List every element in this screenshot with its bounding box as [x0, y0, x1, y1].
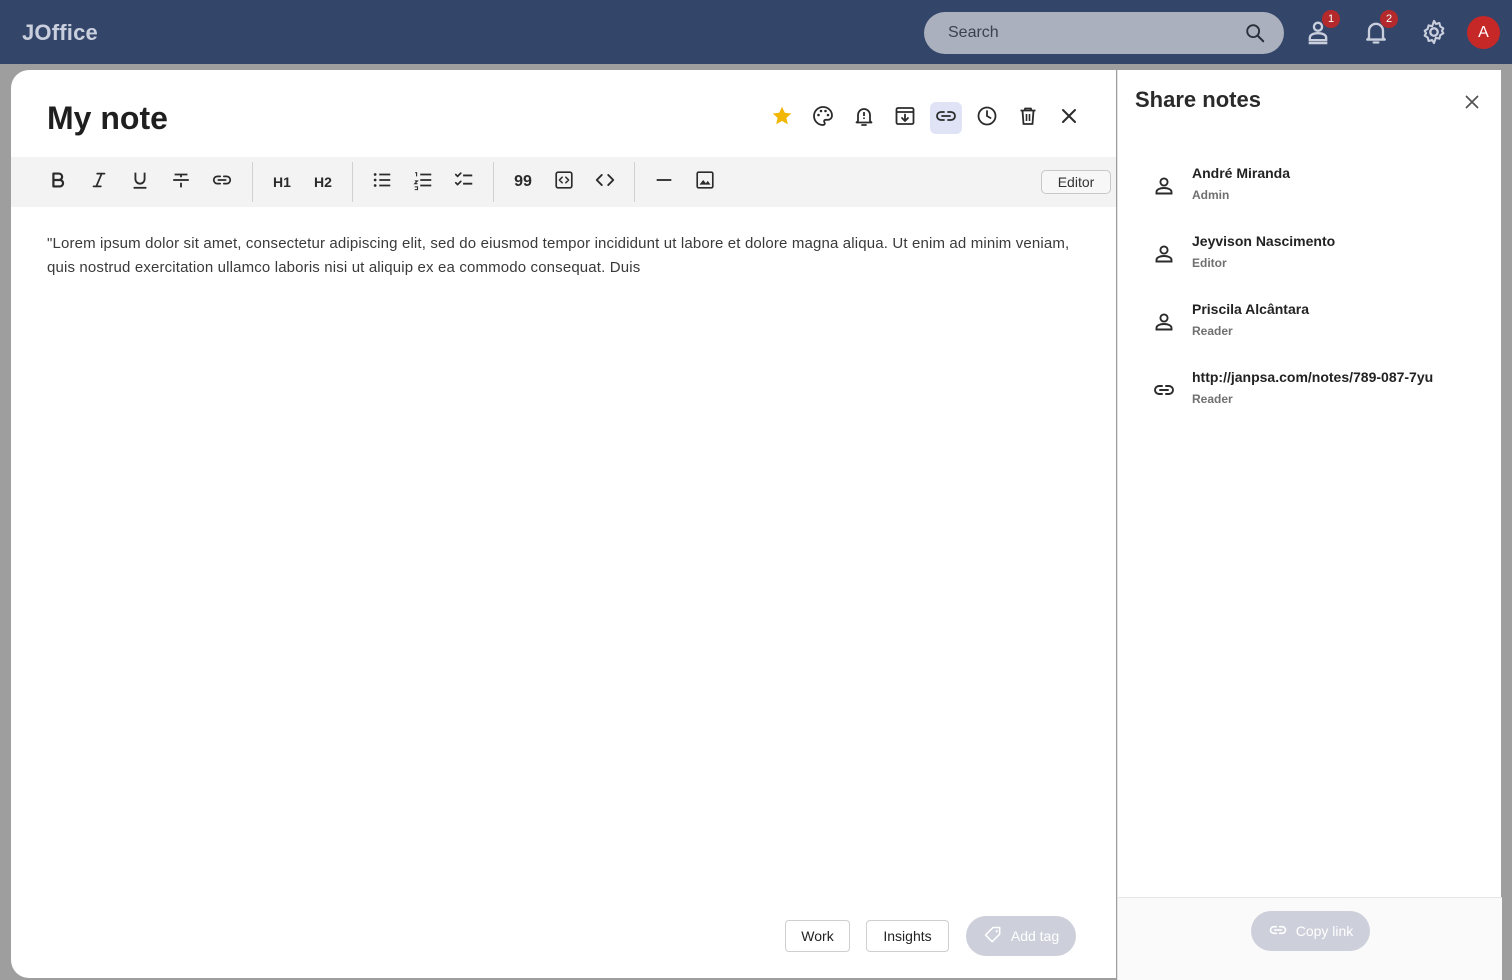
favorite-button[interactable] — [766, 102, 798, 134]
close-editor-button[interactable] — [1053, 102, 1085, 134]
star-shape — [772, 106, 792, 124]
notifications-badge: 2 — [1380, 10, 1398, 28]
share-panel-title: Share notes — [1135, 87, 1261, 112]
person-icon — [1152, 174, 1176, 198]
strikethrough-icon — [170, 169, 192, 196]
horizontal-rule-button[interactable] — [649, 167, 679, 197]
underline-button[interactable] — [125, 167, 155, 197]
editor-mode-toggle[interactable]: Editor — [1041, 170, 1111, 194]
checklist-button[interactable] — [449, 167, 479, 197]
clock-icon — [975, 104, 999, 133]
share-panel-footer: Copy link — [1118, 897, 1502, 980]
share-member-row[interactable]: André Miranda Admin — [1118, 160, 1502, 216]
settings-button[interactable] — [1420, 18, 1448, 46]
bold-button[interactable] — [43, 167, 73, 197]
person-icon — [1152, 310, 1176, 334]
member-role: Editor — [1192, 256, 1227, 270]
quote-button[interactable]: 99 — [508, 167, 538, 197]
member-role: Reader — [1192, 392, 1233, 406]
user-requests-button[interactable]: 1 — [1304, 10, 1340, 46]
share-member-row[interactable]: Jeyvison Nascimento Editor — [1118, 228, 1502, 284]
member-role: Admin — [1192, 188, 1230, 202]
close-share-button[interactable] — [1460, 90, 1484, 114]
bell-alert-icon — [852, 104, 876, 133]
share-link-url[interactable]: http://janpsa.com/notes/789-087-7yu — [1192, 369, 1433, 385]
tag-icon — [983, 925, 1003, 948]
add-tag-button[interactable]: Add tag — [966, 916, 1076, 956]
close-icon — [1460, 95, 1484, 118]
code-icon — [594, 169, 616, 196]
person-stamp-icon — [1304, 21, 1332, 50]
toolbar-divider — [493, 162, 494, 202]
tag-chip[interactable]: Work — [785, 920, 850, 952]
horizontal-rule-icon — [653, 169, 675, 196]
member-role: Reader — [1192, 324, 1233, 338]
star-icon — [770, 104, 794, 133]
formatting-toolbar: H1 H2 99 Editor — [11, 157, 1116, 207]
note-title[interactable]: My note — [47, 100, 168, 137]
toolbar-divider — [252, 162, 253, 202]
copy-link-label: Copy link — [1295, 923, 1354, 939]
search-icon[interactable] — [1244, 22, 1266, 44]
heading2-button[interactable]: H2 — [308, 167, 338, 197]
reminder-button[interactable] — [848, 102, 880, 134]
link-icon — [934, 104, 958, 133]
notifications-button[interactable]: 2 — [1362, 10, 1398, 46]
app-logo[interactable]: JOffice — [22, 20, 98, 46]
checklist-icon — [453, 169, 475, 196]
inline-code-button[interactable] — [590, 167, 620, 197]
copy-link-button[interactable]: Copy link — [1251, 911, 1370, 951]
person-icon — [1152, 242, 1176, 266]
heading1-label: H1 — [273, 174, 291, 190]
user-requests-badge: 1 — [1322, 10, 1340, 28]
image-icon — [694, 169, 716, 196]
member-name: André Miranda — [1192, 165, 1291, 181]
member-name: Priscila Alcântara — [1192, 301, 1309, 317]
ordered-list-button[interactable] — [408, 167, 438, 197]
trash-icon — [1016, 104, 1040, 133]
quote-label: 99 — [514, 173, 532, 190]
code-block-icon — [553, 169, 575, 196]
user-avatar[interactable]: A — [1467, 16, 1500, 49]
gear-icon — [1420, 19, 1448, 50]
link-icon — [1268, 920, 1288, 943]
heading1-button[interactable]: H1 — [267, 167, 297, 197]
underline-icon — [129, 169, 151, 196]
link-icon — [211, 169, 233, 196]
close-icon — [1057, 104, 1081, 133]
app-bar: JOffice 1 2 A — [0, 0, 1512, 64]
note-body[interactable]: "Lorem ipsum dolor sit amet, consectetur… — [47, 232, 1087, 280]
insert-image-button[interactable] — [690, 167, 720, 197]
share-link-button[interactable] — [930, 102, 962, 134]
bold-icon — [47, 169, 69, 196]
toolbar-divider — [352, 162, 353, 202]
color-button[interactable] — [807, 102, 839, 134]
italic-button[interactable] — [84, 167, 114, 197]
italic-icon — [88, 169, 110, 196]
bell-icon — [1362, 22, 1390, 50]
note-editor-dialog: My note H1 H2 99 Editor "Lorem ipsum dol… — [11, 70, 1116, 978]
ordered-list-icon — [412, 169, 434, 196]
archive-button[interactable] — [889, 102, 921, 134]
share-link-row[interactable]: http://janpsa.com/notes/789-087-7yu Read… — [1118, 364, 1502, 420]
search-input[interactable] — [948, 12, 1238, 54]
code-block-button[interactable] — [549, 167, 579, 197]
insert-link-button[interactable] — [207, 167, 237, 197]
link-icon — [1152, 378, 1176, 402]
archive-icon — [893, 104, 917, 133]
bullet-list-button[interactable] — [367, 167, 397, 197]
bullet-list-icon — [371, 169, 393, 196]
add-tag-label: Add tag — [1010, 928, 1060, 944]
strikethrough-button[interactable] — [166, 167, 196, 197]
delete-button[interactable] — [1012, 102, 1044, 134]
palette-icon — [811, 104, 835, 133]
tag-chip[interactable]: Insights — [866, 920, 949, 952]
history-button[interactable] — [971, 102, 1003, 134]
share-panel: Share notes André Miranda Admin Jeyvison… — [1117, 70, 1502, 980]
share-member-row[interactable]: Priscila Alcântara Reader — [1118, 296, 1502, 352]
heading2-label: H2 — [314, 174, 332, 190]
search-box[interactable] — [924, 12, 1284, 54]
toolbar-divider — [634, 162, 635, 202]
member-name: Jeyvison Nascimento — [1192, 233, 1336, 249]
